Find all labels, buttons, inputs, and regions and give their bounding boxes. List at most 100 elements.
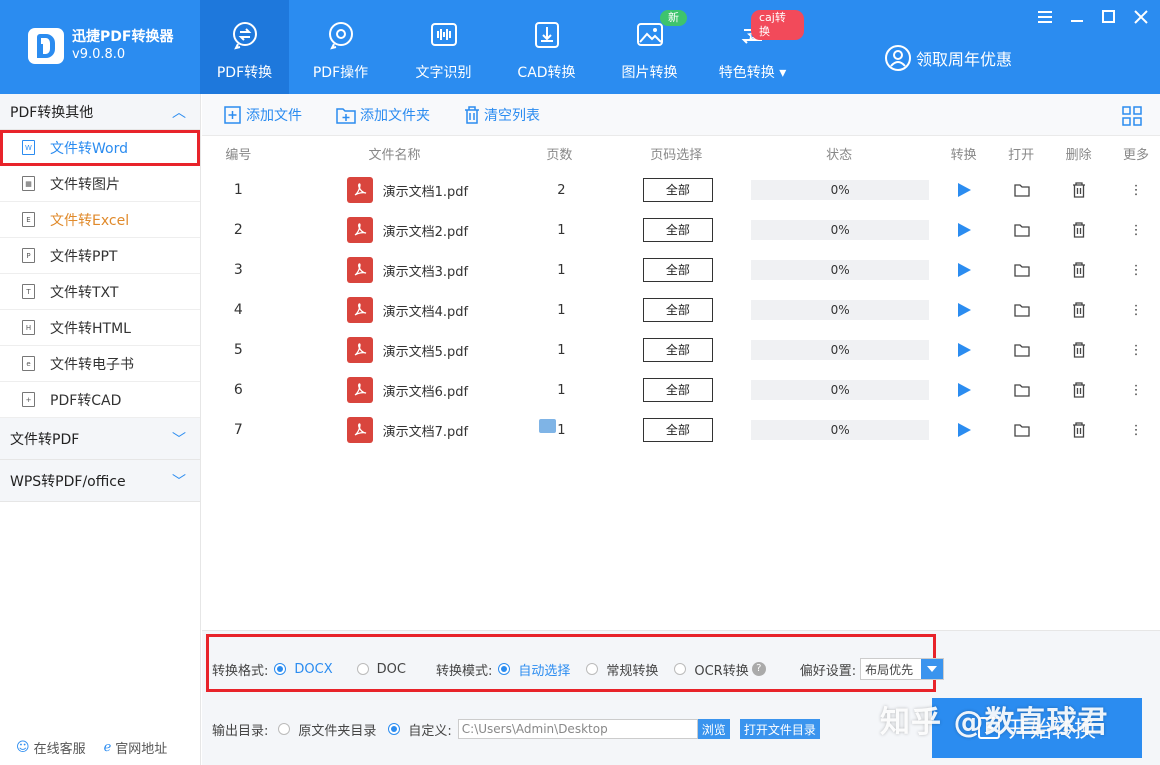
page-range-button[interactable]: 全部 — [642, 378, 713, 402]
app-version: v9.0.8.0 — [72, 47, 126, 62]
page-range-button[interactable]: 全部 — [642, 258, 713, 282]
pdf-file-icon — [346, 177, 373, 203]
folder-icon[interactable] — [998, 303, 1046, 317]
add-folder-button[interactable]: 添加文件夹 — [336, 105, 430, 125]
browse-button[interactable]: 浏览 — [697, 719, 730, 739]
nav-tab-ocr[interactable]: 文字识别 — [392, 0, 495, 94]
online-service-link[interactable]: ☺ 在线客服 — [16, 738, 86, 757]
output-custom-radio[interactable] — [388, 723, 401, 735]
sidebar-item-pdf-to-cad[interactable]: + PDF转CAD — [0, 382, 200, 418]
delete-icon[interactable] — [1045, 262, 1112, 278]
nav-tab-pdf-operate[interactable]: PDF操作 — [289, 0, 392, 94]
sidebar-item-to-ppt[interactable]: P 文件转PPT — [0, 238, 200, 274]
menu-icon[interactable] — [1036, 8, 1054, 26]
format-doc-radio[interactable] — [356, 663, 369, 675]
play-icon[interactable] — [931, 223, 998, 237]
play-icon[interactable] — [931, 303, 998, 317]
grid-view-icon[interactable] — [1122, 106, 1142, 130]
table-row: 5 演示文档5.pdf 1 全部 0% ⋮ — [202, 330, 1160, 370]
nav-label: CAD转换 — [517, 65, 576, 81]
folder-icon[interactable] — [998, 423, 1046, 437]
file-name-cell: 演示文档2.pdf — [275, 217, 517, 243]
play-icon[interactable] — [931, 423, 998, 437]
sidebar-section-wps[interactable]: WPS转PDF/office ﹀ — [0, 460, 200, 502]
chevron-down-icon: ﹀ — [172, 431, 186, 448]
nav-tab-image[interactable]: 新 图片转换 — [598, 0, 701, 94]
image-preview-icon[interactable] — [538, 419, 556, 433]
more-icon[interactable]: ⋮ — [1112, 223, 1160, 238]
add-file-button[interactable]: 添加文件 — [224, 105, 302, 125]
page-count: 1 — [557, 382, 566, 398]
nav-tab-pdf-convert[interactable]: PDF转换 — [200, 0, 289, 94]
row-num: 4 — [233, 302, 243, 318]
pref-select[interactable]: 布局优先 — [860, 658, 945, 680]
page-range-button[interactable]: 全部 — [642, 218, 713, 242]
sidebar-item-to-excel[interactable]: E 文件转Excel — [0, 202, 200, 238]
folder-icon[interactable] — [998, 343, 1046, 357]
app-title: 迅捷PDF转换器 — [72, 29, 174, 45]
folder-icon[interactable] — [998, 383, 1046, 397]
more-icon[interactable]: ⋮ — [1112, 343, 1160, 358]
page-range-button[interactable]: 全部 — [642, 178, 713, 202]
delete-icon[interactable] — [1045, 422, 1112, 438]
more-icon[interactable]: ⋮ — [1112, 263, 1160, 278]
header-more: 更多 — [1123, 147, 1150, 163]
page-range-button[interactable]: 全部 — [642, 298, 713, 322]
output-options: 输出目录: 原文件夹目录 自定义: 浏览 打开文件目录 — [212, 719, 820, 739]
pdf-file-icon — [346, 417, 373, 443]
sidebar-section-to-pdf[interactable]: 文件转PDF ﹀ — [0, 418, 200, 460]
folder-icon[interactable] — [998, 263, 1046, 277]
delete-icon[interactable] — [1045, 342, 1112, 358]
folder-icon[interactable] — [998, 183, 1046, 197]
more-icon[interactable]: ⋮ — [1112, 303, 1160, 318]
close-icon[interactable] — [1132, 8, 1150, 26]
play-icon[interactable] — [931, 383, 998, 397]
progress-bar: 0% — [751, 300, 930, 320]
header-range: 页码选择 — [650, 147, 703, 163]
more-icon[interactable]: ⋮ — [1112, 423, 1160, 438]
website-link[interactable]: ℯ 官网地址 — [104, 738, 168, 757]
progress-bar: 0% — [751, 420, 930, 440]
nav-tab-cad[interactable]: CAD转换 — [495, 0, 598, 94]
output-path-input[interactable] — [457, 719, 698, 739]
sidebar-section-pdf-other[interactable]: PDF转换其他 ︿ — [0, 94, 200, 130]
convert-icon — [232, 22, 257, 50]
output-orig-radio[interactable] — [278, 723, 291, 735]
mode-ocr-radio[interactable] — [674, 663, 687, 675]
delete-icon[interactable] — [1045, 382, 1112, 398]
clear-list-button[interactable]: 清空列表 — [464, 105, 540, 125]
format-docx-radio[interactable] — [274, 663, 287, 675]
sidebar-item-to-image[interactable]: ▦ 文件转图片 — [0, 166, 200, 202]
delete-icon[interactable] — [1045, 302, 1112, 318]
open-dir-button[interactable]: 打开文件目录 — [739, 719, 820, 739]
html-file-icon: H — [22, 320, 35, 335]
word-file-icon: W — [22, 140, 35, 155]
play-icon[interactable] — [931, 343, 998, 357]
nav-tab-special[interactable]: caj转换 特色转换 ▾ — [701, 0, 804, 94]
page-range-button[interactable]: 全部 — [642, 418, 713, 442]
mode-auto-radio[interactable] — [498, 663, 511, 675]
folder-icon[interactable] — [998, 223, 1046, 237]
page-range-button[interactable]: 全部 — [642, 338, 713, 362]
header-convert: 转换 — [950, 147, 977, 163]
promo-link[interactable]: 领取周年优惠 — [884, 44, 1012, 72]
file-name-cell: 演示文档1.pdf — [275, 177, 517, 203]
sidebar-item-to-word[interactable]: W 文件转Word — [0, 130, 200, 166]
section-label: 文件转PDF — [10, 431, 80, 448]
delete-icon[interactable] — [1045, 182, 1112, 198]
play-icon[interactable] — [931, 183, 998, 197]
more-icon[interactable]: ⋮ — [1112, 183, 1160, 198]
mode-auto-label: 自动选择 — [518, 663, 571, 679]
more-icon[interactable]: ⋮ — [1112, 383, 1160, 398]
sidebar-item-to-txt[interactable]: T 文件转TXT — [0, 274, 200, 310]
delete-icon[interactable] — [1045, 222, 1112, 238]
sidebar-item-to-html[interactable]: H 文件转HTML — [0, 310, 200, 346]
mode-normal-radio[interactable] — [586, 663, 599, 675]
play-icon[interactable] — [931, 263, 998, 277]
image-icon — [636, 23, 663, 46]
help-icon[interactable]: ? — [751, 662, 766, 676]
maximize-icon[interactable] — [1100, 8, 1118, 26]
browser-icon: ℯ — [103, 740, 112, 755]
minimize-icon[interactable] — [1068, 8, 1086, 26]
sidebar-item-to-ebook[interactable]: e 文件转电子书 — [0, 346, 200, 382]
